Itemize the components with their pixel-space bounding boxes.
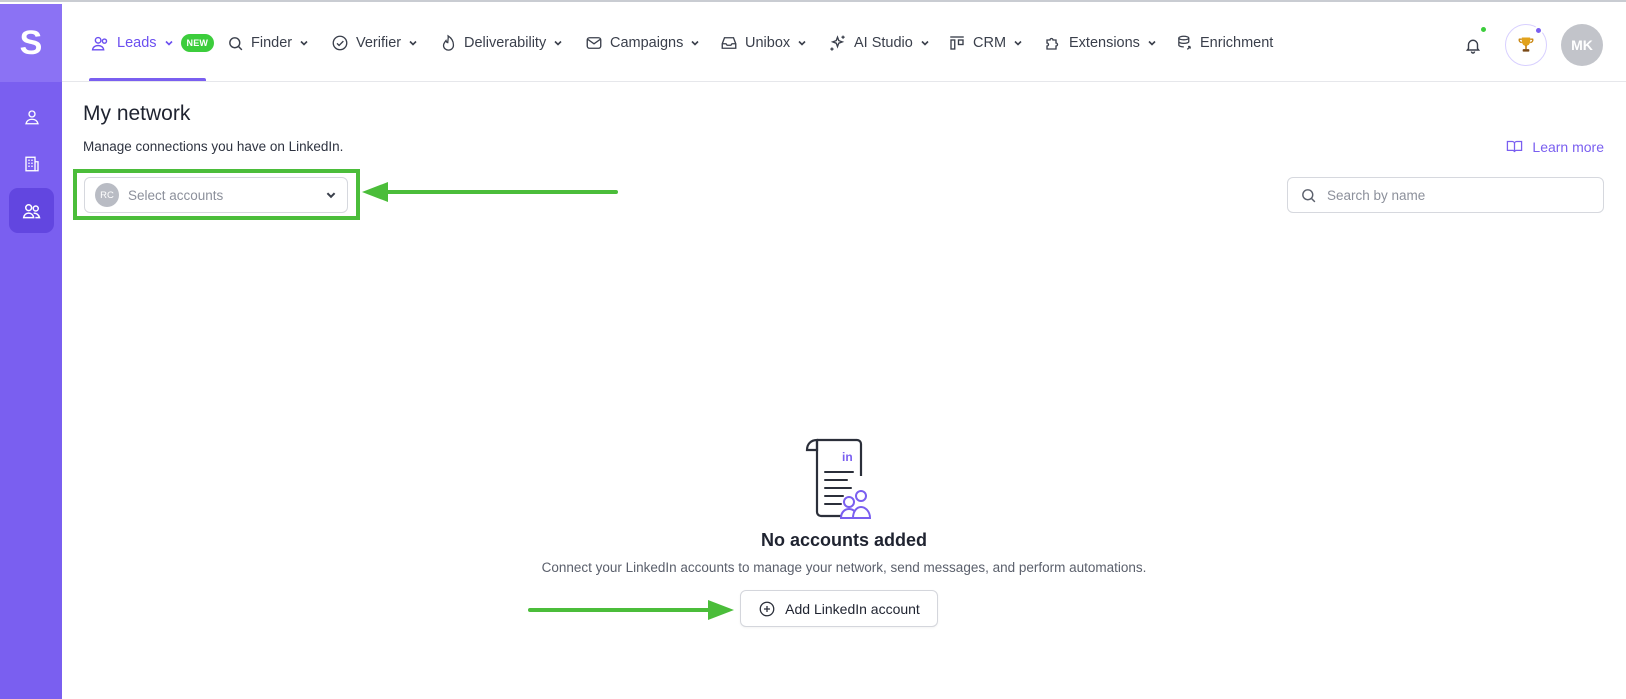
select-accounts-dropdown[interactable]: RC Select accounts [84,177,348,213]
sidebar-item-companies[interactable] [9,141,54,186]
nav-item-verifier[interactable]: Verifier [331,4,418,82]
app-frame: S Leads NEW Finder Verifier Deliverabili… [0,0,1626,699]
nav-label: CRM [973,35,1007,51]
nav-item-enrichment[interactable]: Enrichment [1176,4,1273,82]
page-title: My network [83,102,191,125]
sidebar-item-people-search[interactable] [9,94,54,139]
active-tab-indicator [89,78,206,81]
chevron-down-icon [691,40,699,46]
book-icon [1507,140,1523,153]
illustration-label: in [842,450,853,464]
nav-label: Extensions [1069,35,1140,51]
people-icon [22,203,40,218]
columns-icon [950,36,964,50]
chevron-down-icon [164,40,173,46]
top-navigation: Leads NEW Finder Verifier Deliverability… [62,4,1626,82]
nav-label: Enrichment [1200,35,1274,51]
sidebar: S [0,4,62,699]
document-people-illustration: in [805,438,872,519]
nav-item-crm[interactable]: CRM [948,4,1023,82]
chevron-down-icon [300,40,308,46]
rewards-dot [1534,26,1543,35]
new-badge: NEW [180,34,215,52]
inbox-icon [721,37,737,49]
nav-item-deliverability[interactable]: Deliverability [440,4,563,82]
app-logo[interactable]: S [0,4,62,82]
learn-more-label: Learn more [1532,138,1604,155]
trophy-icon [1518,37,1534,52]
chevron-down-icon [409,40,417,46]
nav-label: Deliverability [464,35,547,51]
annotation-arrow-right [528,600,734,620]
nav-item-unibox[interactable]: Unibox [720,4,807,82]
nav-item-leads[interactable]: Leads NEW [91,4,215,82]
chevron-down-icon [921,40,929,46]
search-input[interactable] [1327,187,1587,203]
nav-label: AI Studio [854,35,913,51]
check-circle-icon [332,35,348,51]
notification-dot [1479,25,1488,34]
rewards-button[interactable] [1505,24,1547,66]
select-accounts-placeholder: Select accounts [128,187,224,203]
chevron-down-icon [326,192,336,199]
nav-label: Unibox [745,35,791,51]
annotation-arrow-left [362,182,618,202]
database-icon [1178,35,1191,50]
flame-icon [442,34,455,51]
nav-item-finder[interactable]: Finder [227,4,309,82]
nav-label: Verifier [356,35,402,51]
nav-label: Leads [117,35,157,51]
notifications-button[interactable] [1455,24,1491,66]
user-avatar[interactable]: MK [1561,24,1603,66]
building-icon [24,156,39,171]
bell-icon [1465,39,1481,54]
puzzle-icon [1046,37,1059,50]
sidebar-item-my-network[interactable] [9,188,54,233]
chevron-down-icon [1148,40,1156,46]
plus-circle-icon [759,601,775,616]
empty-state-title: No accounts added [760,530,928,550]
learn-more-link[interactable]: Learn more [1505,138,1604,155]
nav-label: Finder [251,35,293,51]
add-linkedin-account-label: Add LinkedIn account [785,600,920,617]
empty-state-description: Connect your LinkedIn accounts to manage… [541,560,1147,575]
chevron-down-icon [1014,40,1022,46]
add-linkedin-account-button[interactable]: Add LinkedIn account [740,590,938,627]
people-icon [91,36,108,51]
nav-label: Campaigns [610,35,684,51]
nav-item-ai-studio[interactable]: AI Studio [828,4,930,82]
search-icon [229,36,243,50]
chevron-down-icon [554,40,562,46]
chevron-down-icon [798,40,806,46]
mail-icon [586,37,602,49]
search-icon [1302,188,1316,202]
page-subtitle: Manage connections you have on LinkedIn. [83,139,344,154]
person-icon [24,109,39,124]
nav-item-extensions[interactable]: Extensions [1044,4,1157,82]
sparkle-icon [830,34,845,51]
account-avatar: RC [95,183,119,207]
search-box[interactable] [1287,177,1604,213]
nav-item-campaigns[interactable]: Campaigns [585,4,700,82]
